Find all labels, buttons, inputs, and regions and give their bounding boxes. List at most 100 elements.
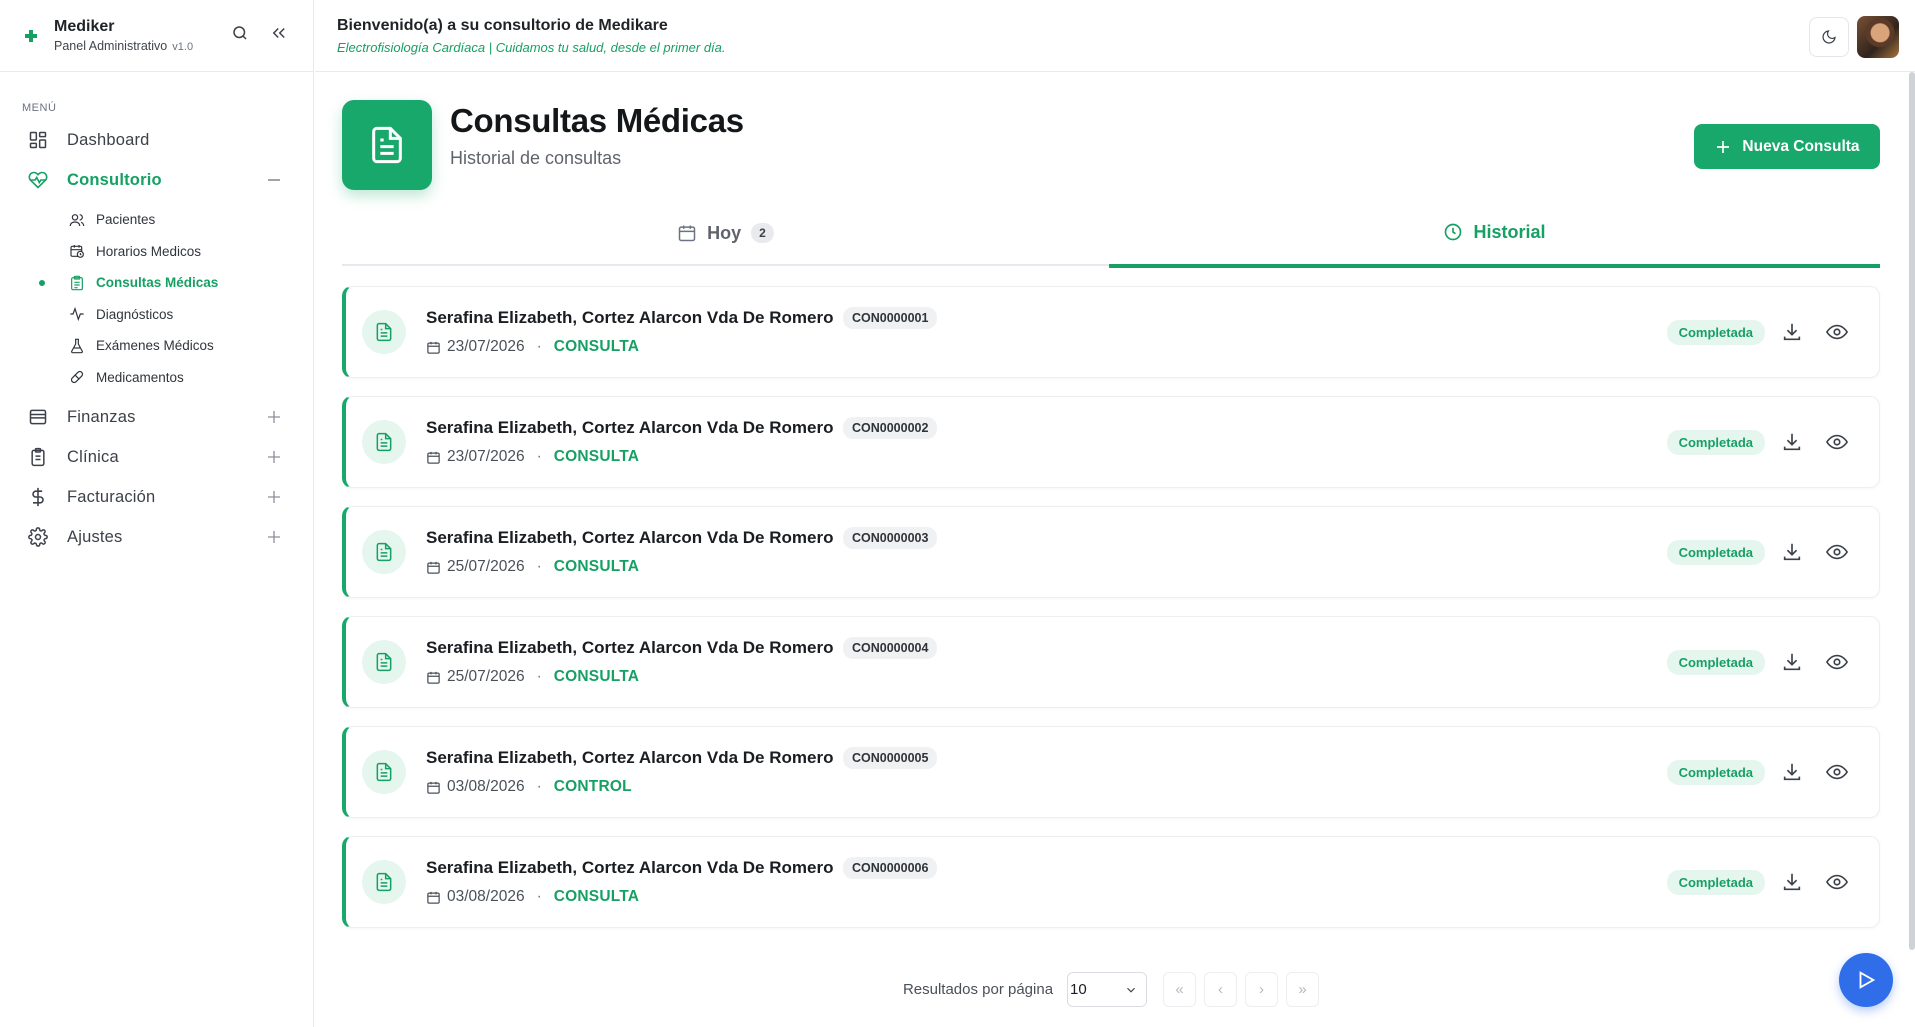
pill-icon bbox=[68, 368, 86, 386]
collapse-minus-icon[interactable] bbox=[265, 171, 283, 189]
plus-icon bbox=[1717, 140, 1730, 153]
brand-name: Mediker bbox=[54, 18, 115, 35]
scrollbar[interactable] bbox=[1909, 72, 1915, 950]
calendar-icon bbox=[427, 451, 440, 464]
tab-hoy[interactable]: Hoy 2 bbox=[342, 200, 1109, 266]
next-page-button[interactable]: › bbox=[1245, 972, 1279, 1007]
users-icon bbox=[68, 211, 86, 229]
sidebar-subitem-label: Exámenes Médicos bbox=[96, 338, 214, 354]
consulta-meta: 25/07/2026 · CONSULTA bbox=[426, 558, 639, 576]
sidebar-subitem-diagnosticos[interactable]: Diagnósticos bbox=[0, 299, 313, 331]
prev-page-button[interactable]: ‹ bbox=[1204, 972, 1238, 1007]
calendar-icon bbox=[678, 225, 696, 242]
logo-icon bbox=[24, 29, 38, 43]
tab-historial[interactable]: Historial bbox=[1109, 200, 1880, 268]
consulta-card[interactable]: Serafina Elizabeth, Cortez Alarcon Vda D… bbox=[342, 396, 1880, 488]
sidebar-item-dashboard[interactable]: Dashboard bbox=[0, 120, 313, 160]
activity-icon bbox=[68, 305, 86, 323]
consulta-date: 23/07/2026 bbox=[447, 448, 525, 465]
theme-toggle-button[interactable] bbox=[1809, 17, 1849, 57]
document-icon bbox=[362, 310, 406, 354]
patient-name: Serafina Elizabeth, Cortez Alarcon Vda D… bbox=[426, 748, 834, 767]
eye-icon[interactable] bbox=[1825, 431, 1849, 453]
expand-plus-icon[interactable] bbox=[265, 488, 283, 506]
consulta-type: CONSULTA bbox=[553, 558, 640, 575]
sidebar-subitem-label: Pacientes bbox=[96, 212, 156, 228]
sidebar-subitem-horarios[interactable]: Horarios Medicos bbox=[0, 236, 313, 268]
search-icon[interactable] bbox=[231, 24, 249, 47]
brand: Mediker Panel Administrativo v1.0 bbox=[0, 0, 313, 72]
expand-plus-icon[interactable] bbox=[265, 448, 283, 466]
calendar-icon bbox=[427, 891, 440, 904]
sidebar-item-finanzas[interactable]: Finanzas bbox=[0, 397, 313, 437]
sidebar-item-consultorio[interactable]: Consultorio bbox=[0, 160, 313, 200]
status-badge: Completada bbox=[1666, 430, 1765, 455]
consulta-card[interactable]: Serafina Elizabeth, Cortez Alarcon Vda D… bbox=[342, 506, 1880, 598]
sidebar-subitem-medicamentos[interactable]: Medicamentos bbox=[0, 362, 313, 394]
document-icon bbox=[362, 640, 406, 684]
avatar[interactable] bbox=[1857, 16, 1899, 58]
collapse-sidebar-icon[interactable] bbox=[269, 24, 289, 47]
separator-dot: · bbox=[536, 338, 542, 355]
download-icon[interactable] bbox=[1781, 651, 1803, 673]
wallet-icon bbox=[27, 406, 49, 428]
consultorio-submenu: Pacientes Horarios Medicos Consultas Méd… bbox=[0, 200, 313, 397]
consulta-code: CON0000004 bbox=[843, 637, 938, 659]
consulta-card[interactable]: Serafina Elizabeth, Cortez Alarcon Vda D… bbox=[342, 286, 1880, 378]
topbar: Bienvenido(a) a su consultorio de Medika… bbox=[315, 0, 1915, 72]
sidebar-subitem-examenes[interactable]: Exámenes Médicos bbox=[0, 330, 313, 362]
patient-name: Serafina Elizabeth, Cortez Alarcon Vda D… bbox=[426, 528, 834, 547]
moon-icon bbox=[1822, 30, 1836, 44]
status-badge: Completada bbox=[1666, 870, 1765, 895]
status-badge: Completada bbox=[1666, 320, 1765, 345]
eye-icon[interactable] bbox=[1825, 651, 1849, 673]
sidebar-item-clinica[interactable]: Clínica bbox=[0, 437, 313, 477]
consulta-list: Serafina Elizabeth, Cortez Alarcon Vda D… bbox=[342, 286, 1880, 928]
separator-dot: · bbox=[536, 668, 542, 685]
first-page-button[interactable]: « bbox=[1163, 972, 1197, 1007]
consulta-meta: 03/08/2026 · CONTROL bbox=[426, 778, 632, 796]
download-icon[interactable] bbox=[1781, 541, 1803, 563]
play-fab-button[interactable] bbox=[1839, 953, 1893, 1007]
last-page-button[interactable]: » bbox=[1286, 972, 1320, 1007]
eye-icon[interactable] bbox=[1825, 761, 1849, 783]
download-icon[interactable] bbox=[1781, 871, 1803, 893]
consulta-card[interactable]: Serafina Elizabeth, Cortez Alarcon Vda D… bbox=[342, 616, 1880, 708]
page-size-select[interactable]: 10 bbox=[1067, 972, 1148, 1007]
expand-plus-icon[interactable] bbox=[265, 408, 283, 426]
consulta-type: CONTROL bbox=[553, 778, 632, 795]
sidebar-subitem-pacientes[interactable]: Pacientes bbox=[0, 204, 313, 236]
grid-icon bbox=[27, 129, 49, 151]
consulta-card[interactable]: Serafina Elizabeth, Cortez Alarcon Vda D… bbox=[342, 836, 1880, 928]
sidebar-item-facturacion[interactable]: Facturación bbox=[0, 477, 313, 517]
pagination: Resultados por página 10 « ‹ › » bbox=[342, 972, 1880, 1007]
play-icon bbox=[1859, 971, 1876, 989]
page-size-label: Resultados por página bbox=[902, 981, 1054, 998]
separator-dot: · bbox=[536, 448, 542, 465]
eye-icon[interactable] bbox=[1825, 871, 1849, 893]
expand-plus-icon[interactable] bbox=[265, 528, 283, 546]
new-consulta-button[interactable]: Nueva Consulta bbox=[1694, 124, 1880, 169]
eye-icon[interactable] bbox=[1825, 321, 1849, 343]
download-icon[interactable] bbox=[1781, 431, 1803, 453]
consulta-code: CON0000006 bbox=[843, 857, 938, 879]
heart-pulse-icon bbox=[27, 169, 49, 191]
document-icon bbox=[362, 420, 406, 464]
consulta-type: CONSULTA bbox=[553, 448, 640, 465]
page-subtitle: Historial de consultas bbox=[450, 148, 622, 168]
eye-icon[interactable] bbox=[1825, 541, 1849, 563]
consulta-card[interactable]: Serafina Elizabeth, Cortez Alarcon Vda D… bbox=[342, 726, 1880, 818]
sidebar-item-ajustes[interactable]: Ajustes bbox=[0, 517, 313, 557]
download-icon[interactable] bbox=[1781, 321, 1803, 343]
gear-icon bbox=[27, 526, 49, 548]
document-icon bbox=[362, 860, 406, 904]
sidebar-item-label: Dashboard bbox=[67, 130, 150, 149]
download-icon[interactable] bbox=[1781, 761, 1803, 783]
document-icon bbox=[362, 530, 406, 574]
active-dot bbox=[39, 280, 45, 286]
sidebar-subitem-consultas[interactable]: Consultas Médicas bbox=[0, 267, 313, 299]
menu-caption: MENÚ bbox=[22, 102, 57, 114]
document-icon bbox=[362, 750, 406, 794]
sidebar-item-label: Clínica bbox=[67, 447, 119, 466]
consulta-code: CON0000002 bbox=[843, 417, 938, 439]
